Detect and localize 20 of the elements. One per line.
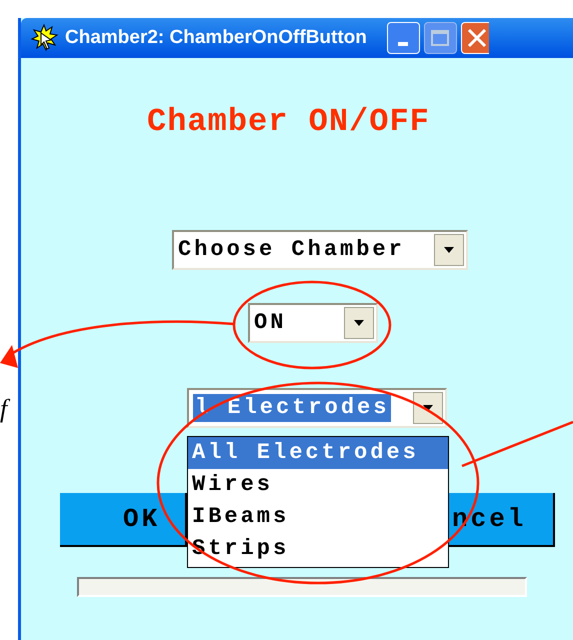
dropdown[interactable]: Choose Chamber <box>172 230 468 270</box>
dropdown-button[interactable] <box>344 307 374 339</box>
maximize-icon <box>431 30 450 46</box>
close-icon <box>466 28 488 48</box>
dropdown[interactable]: ON <box>248 303 378 343</box>
caret-icon <box>354 320 364 326</box>
dropdown-button[interactable] <box>413 392 443 424</box>
caret-icon <box>444 247 454 253</box>
dialog-button[interactable]: OK <box>60 493 187 547</box>
minimize-button[interactable] <box>386 22 420 54</box>
dialog-heading: Chamber ON/OFF <box>147 106 431 138</box>
app-icon <box>29 23 59 53</box>
dropdown-button[interactable] <box>434 234 464 266</box>
dropdown-option[interactable]: IBeams <box>188 501 448 533</box>
window-title: Chamber2: ChamberOnOffButton <box>65 26 367 50</box>
caret-icon <box>423 405 433 411</box>
minimize-icon <box>398 42 408 46</box>
dropdown-option[interactable]: Wires <box>188 469 448 501</box>
close-button[interactable] <box>460 22 489 54</box>
dropdown-option[interactable]: All Electrodes <box>188 437 448 469</box>
